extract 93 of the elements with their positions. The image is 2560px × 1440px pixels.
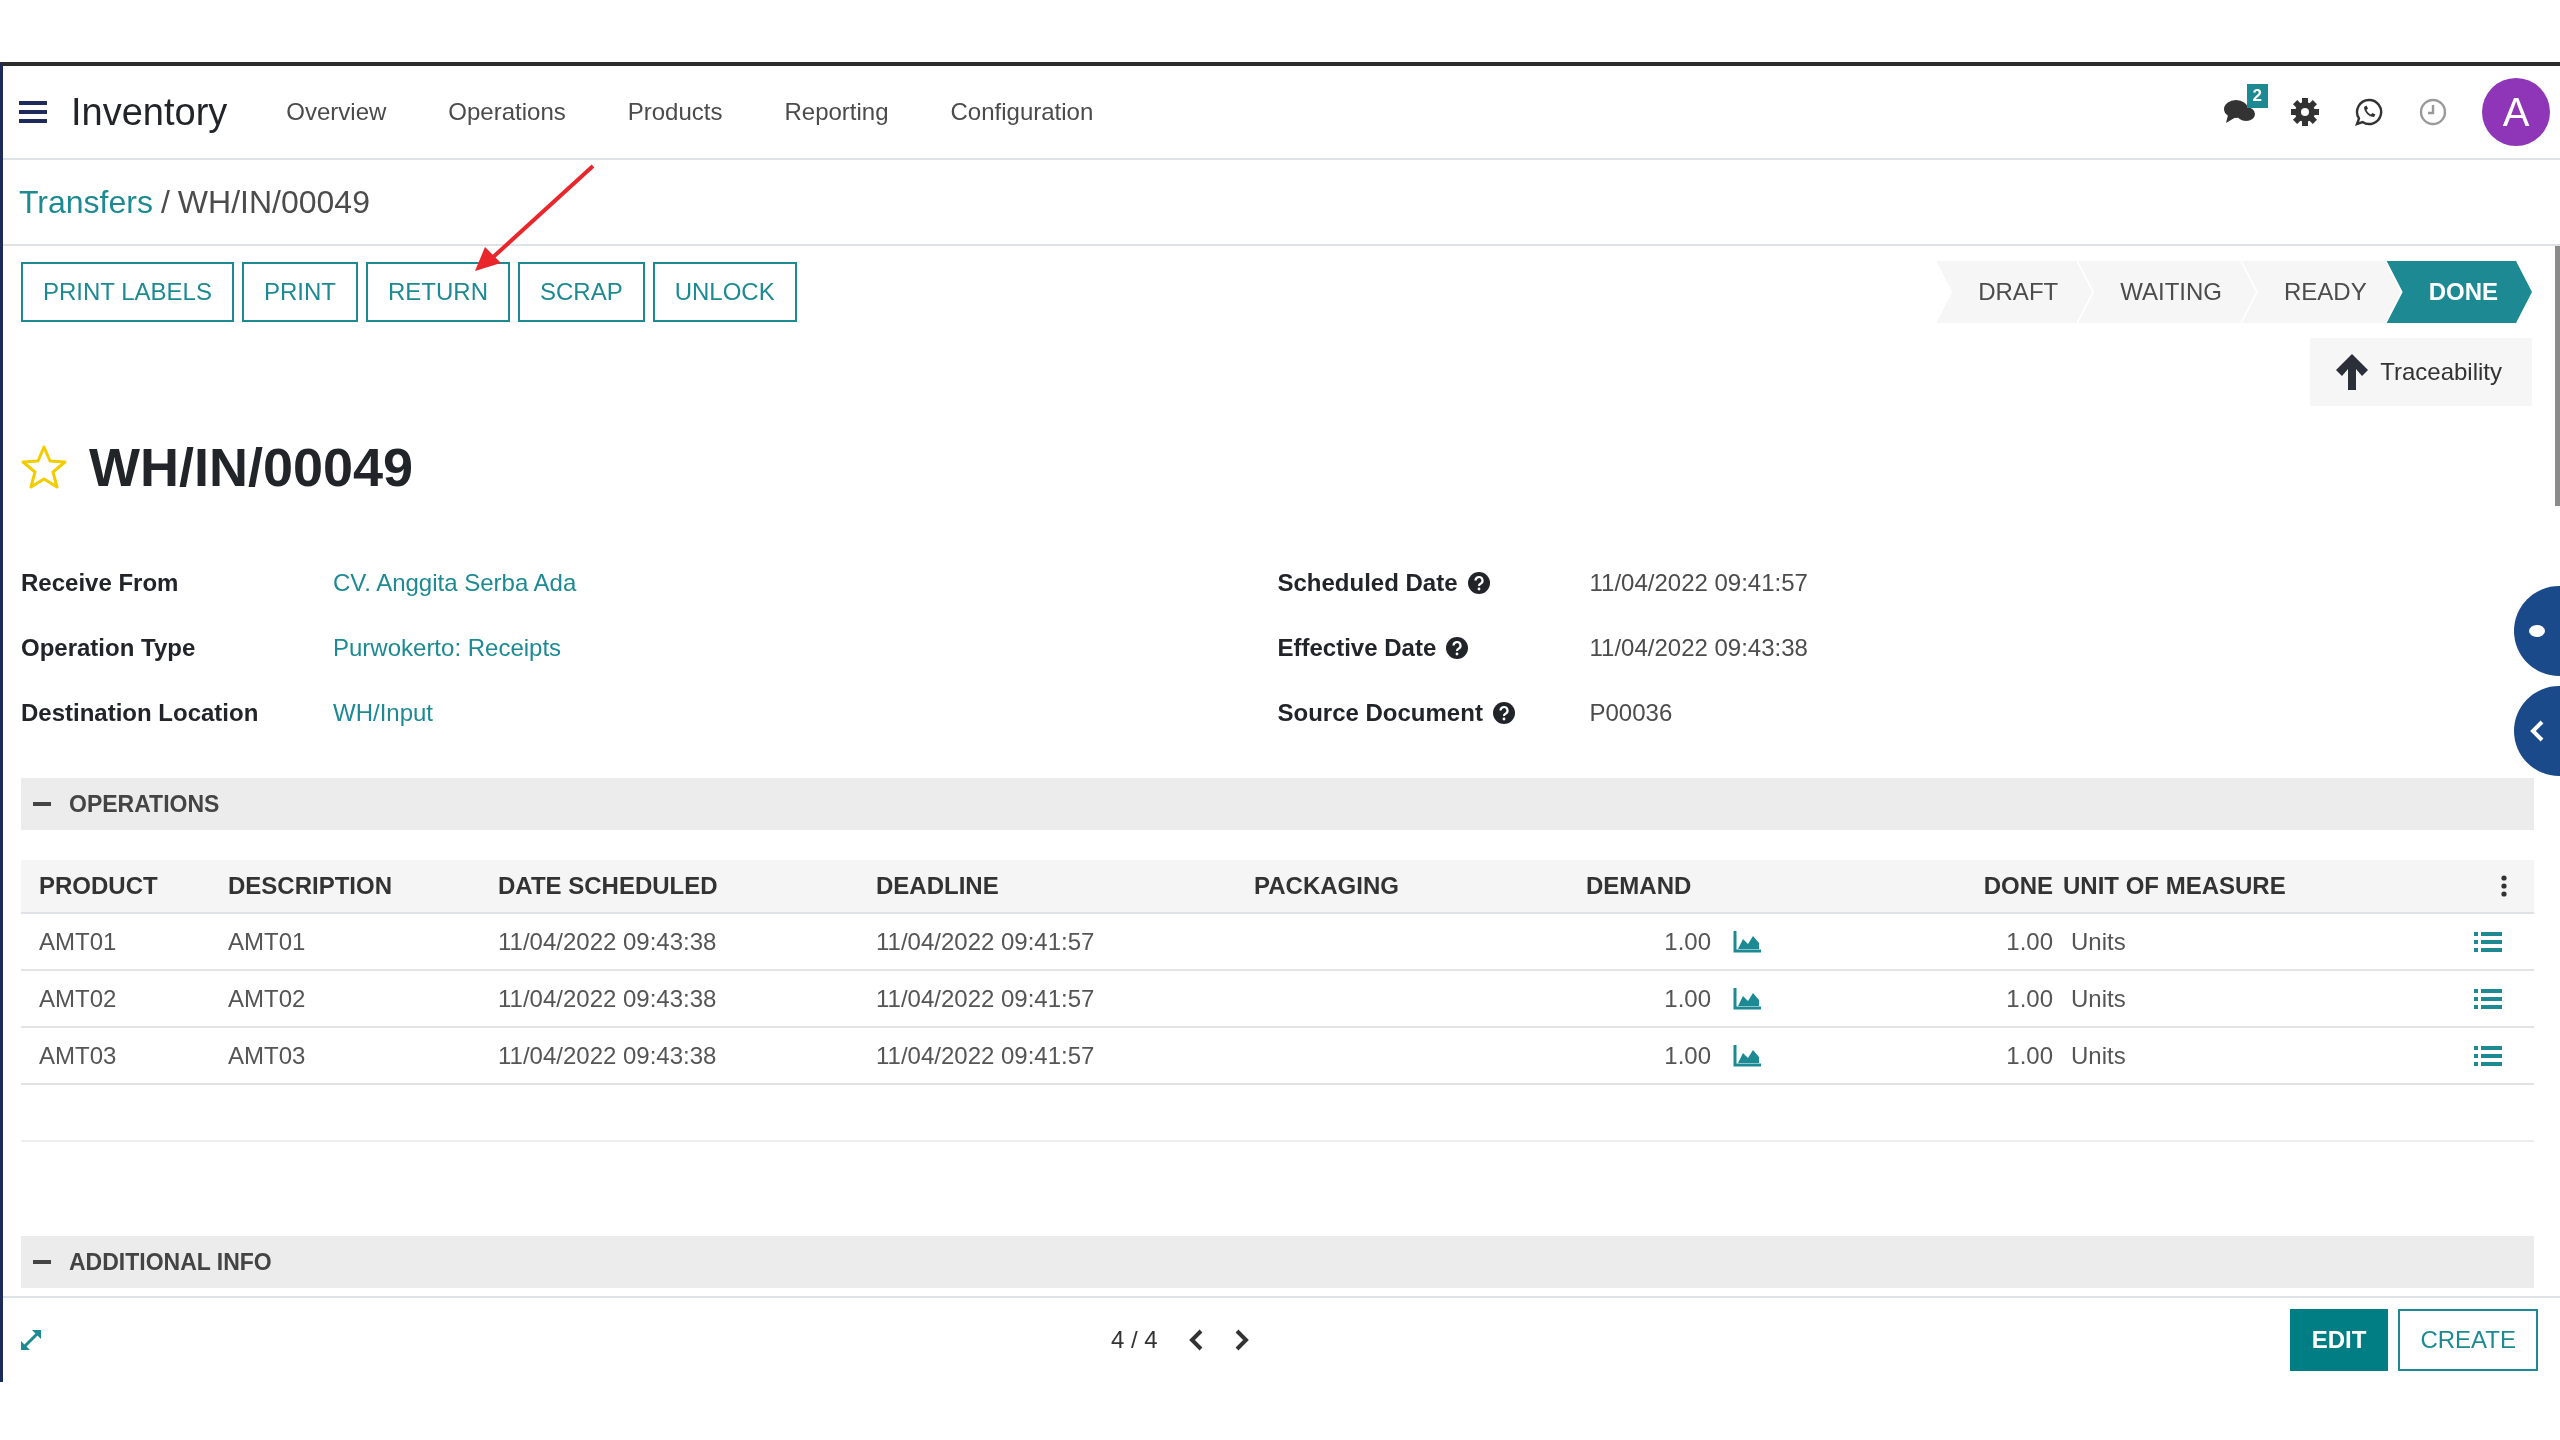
table-cell: 11/04/2022 09:43:38 [498,914,876,971]
field-label: Operation Type [21,633,196,662]
field-label: Source Document [1277,698,1483,727]
table-cell: AMT01 [21,914,228,971]
table-cell: AMT02 [228,971,498,1028]
action-button[interactable]: RETURN [365,262,510,322]
up-arrow-icon [2334,352,2371,392]
table-cell: AMT03 [228,1028,498,1085]
status-step[interactable]: READY [2241,261,2401,323]
column-header[interactable]: DONE [1783,860,2063,914]
field-value: P00036 [1589,698,1673,727]
field-label: Scheduled Date [1277,568,1458,597]
field-link[interactable]: WH/Input [333,698,434,727]
chevron-right-icon[interactable] [1233,1328,1250,1352]
status-step[interactable]: DONE [2386,261,2532,323]
section-header[interactable]: OPERATIONS [21,778,2534,830]
table-cell: 11/04/2022 09:43:38 [498,1028,876,1085]
column-header[interactable]: UNIT OF MEASURE [2063,860,2474,914]
details-list-icon[interactable] [2474,930,2502,953]
chat-bubble-icon [2529,625,2545,637]
message-count-badge: 2 [2246,84,2268,108]
area-chart-icon[interactable] [1733,1044,1761,1067]
field-label: Destination Location [21,698,259,727]
edit-button[interactable]: EDIT [2289,1309,2389,1371]
menu-item[interactable]: Overview [255,98,418,126]
chevron-left-icon[interactable] [1187,1328,1204,1352]
phone-chat-icon[interactable] [2354,97,2384,127]
area-chart-icon[interactable] [1733,987,1761,1010]
field-link[interactable]: CV. Anggita Serba Ada [333,568,577,597]
table-cell: 1.00 [1664,1041,1711,1070]
column-header[interactable]: PRODUCT [21,860,228,914]
column-options-icon[interactable] [2501,875,2507,897]
minus-icon [33,1260,51,1264]
status-step[interactable]: DRAFT [1936,261,2093,323]
create-button[interactable]: CREATE [2398,1309,2538,1371]
field-label: Effective Date [1277,633,1437,662]
column-header[interactable]: DATE SCHEDULED [498,860,876,914]
table-cell: 11/04/2022 09:43:38 [498,971,876,1028]
app-title[interactable]: Inventory [71,90,228,134]
table-cell: 1.00 [1783,1028,2063,1085]
table-cell: Units [2063,914,2474,971]
breadcrumb-link[interactable]: Transfers [19,183,153,221]
column-header[interactable]: PACKAGING [1254,860,1586,914]
help-icon[interactable] [1446,636,1469,659]
table-cell: AMT01 [228,914,498,971]
column-header[interactable]: DEADLINE [876,860,1254,914]
field-link[interactable]: Purwokerto: Receipts [333,633,562,662]
settings-icon[interactable] [2290,97,2320,127]
details-list-icon[interactable] [2474,1044,2502,1067]
record-title: WH/IN/00049 [89,436,414,498]
table-cell: AMT02 [21,971,228,1028]
table-cell: 11/04/2022 09:41:57 [876,1028,1254,1085]
action-button[interactable]: PRINT LABELS [21,262,234,322]
menu-item[interactable]: Configuration [919,98,1125,126]
column-header[interactable]: DEMAND [1586,860,1783,914]
action-button[interactable]: SCRAP [517,262,645,322]
breadcrumb-separator: / [160,183,170,221]
table-cell: Units [2063,971,2474,1028]
section-title: ADDITIONAL INFO [69,1248,272,1276]
star-icon[interactable] [21,445,67,489]
field-value: 11/04/2022 09:41:57 [1589,568,1808,597]
table-cell: 1.00 [1664,984,1711,1013]
area-chart-icon[interactable] [1733,930,1761,953]
menu-icon[interactable] [19,100,47,124]
breadcrumb-current: WH/IN/00049 [177,183,370,221]
details-list-icon[interactable] [2474,987,2502,1010]
field-value: 11/04/2022 09:43:38 [1589,633,1808,662]
action-button[interactable]: PRINT [241,262,358,322]
table-cell: Units [2063,1028,2474,1085]
column-header[interactable]: DESCRIPTION [228,860,498,914]
minus-icon [33,802,51,806]
table-cell: 1.00 [1783,914,2063,971]
menu-item[interactable]: Products [596,98,754,126]
menu-item[interactable]: Operations [417,98,597,126]
table-cell: 1.00 [1783,971,2063,1028]
clock-icon[interactable] [2418,97,2448,127]
pager-count[interactable]: 4 / 4 [1111,1326,1158,1354]
field-label: Receive From [21,568,179,597]
chevron-left-icon [2530,720,2544,742]
menu-item[interactable]: Reporting [753,98,920,126]
action-button[interactable]: UNLOCK [652,262,797,322]
status-step[interactable]: WAITING [2078,261,2256,323]
section-header[interactable]: ADDITIONAL INFO [21,1236,2534,1288]
table-cell: 11/04/2022 09:41:57 [876,914,1254,971]
section-title: OPERATIONS [69,790,220,818]
traceability-button[interactable]: Traceability [2310,338,2532,406]
table-cell: 1.00 [1664,927,1711,956]
table-cell: 11/04/2022 09:41:57 [876,971,1254,1028]
help-icon[interactable] [1492,701,1515,724]
user-avatar[interactable]: A [2482,78,2550,146]
table-cell: AMT03 [21,1028,228,1085]
help-icon[interactable] [1467,571,1490,594]
expand-icon[interactable] [19,1328,43,1352]
